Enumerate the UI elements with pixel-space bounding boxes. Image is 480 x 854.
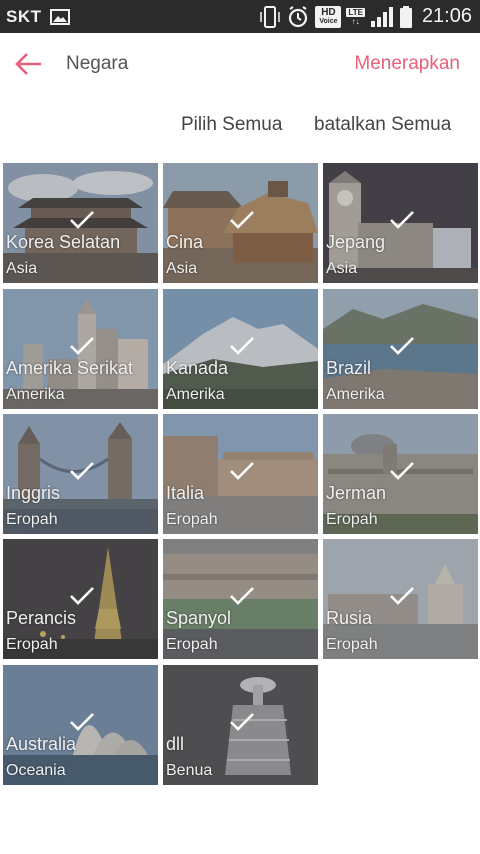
country-name: Rusia	[326, 608, 373, 628]
country-name: dll	[166, 734, 185, 754]
country-region: Eropah	[166, 511, 218, 528]
gallery-icon	[49, 8, 70, 25]
checkmark-icon	[70, 211, 94, 229]
checkmark-icon	[230, 587, 254, 605]
alarm-icon	[289, 5, 308, 27]
checkmark-icon	[70, 713, 94, 731]
country-region: Eropah	[326, 636, 378, 653]
data-arrows-icon: ↑↓	[351, 16, 360, 26]
checkmark-icon	[230, 337, 254, 355]
country-name: Amerika Serikat	[6, 358, 134, 378]
country-name: Italia	[166, 483, 205, 503]
apply-button[interactable]: Menerapkan	[354, 53, 460, 75]
lte-label: LTE	[346, 7, 365, 17]
country-tile-dll[interactable]: dll Benua	[163, 665, 318, 785]
checkmark-icon	[230, 462, 254, 480]
country-tile-korea-selatan[interactable]: Korea Selatan Asia	[3, 163, 158, 283]
country-region: Asia	[6, 260, 38, 277]
vibrate-icon	[260, 5, 281, 28]
country-region: Eropah	[6, 636, 58, 653]
country-name: Cina	[166, 232, 204, 252]
checkmark-icon	[70, 587, 94, 605]
selection-actions: Pilih Semua batalkan Semua	[0, 112, 480, 142]
status-bar: SKT HD Voice LTE ↑↓ 21:06	[0, 0, 480, 33]
country-name: Inggris	[6, 483, 61, 503]
country-name: Brazil	[326, 358, 372, 378]
country-tile-jepang[interactable]: Jepang Asia	[323, 163, 478, 283]
battery-icon	[399, 5, 412, 28]
country-name: Spanyol	[166, 608, 232, 628]
country-region: Oceania	[6, 762, 66, 779]
country-tile-australia[interactable]: Australia Oceania	[3, 665, 158, 785]
country-name: Jerman	[326, 483, 387, 503]
country-region: Amerika	[6, 386, 65, 403]
country-tile-brazil[interactable]: Brazil Amerika	[323, 289, 478, 409]
hd-voice-icon: HD Voice	[315, 5, 342, 28]
country-region: Eropah	[326, 511, 378, 528]
checkmark-icon	[390, 211, 414, 229]
country-region: Amerika	[326, 386, 385, 403]
checkmark-icon	[230, 211, 254, 229]
country-region: Asia	[326, 260, 358, 277]
country-region: Amerika	[166, 386, 225, 403]
checkmark-icon	[390, 337, 414, 355]
voice-label: Voice	[319, 17, 338, 25]
country-name: Kanada	[166, 358, 229, 378]
country-name: Australia	[6, 734, 77, 754]
country-tile-rusia[interactable]: Rusia Eropah	[323, 539, 478, 659]
checkmark-icon	[390, 462, 414, 480]
app-header: Negara Menerapkan	[0, 33, 480, 95]
country-tile-perancis[interactable]: Perancis Eropah	[3, 539, 158, 659]
country-tile-kanada[interactable]: Kanada Amerika	[163, 289, 318, 409]
country-tile-cina[interactable]: Cina Asia	[163, 163, 318, 283]
country-tile-amerika-serikat[interactable]: Amerika Serikat Amerika	[3, 289, 158, 409]
country-tile-inggris[interactable]: Inggris Eropah	[3, 414, 158, 534]
lte-icon: LTE ↑↓	[346, 7, 365, 26]
checkmark-icon	[70, 462, 94, 480]
country-tile-jerman[interactable]: Jerman Eropah	[323, 414, 478, 534]
country-region: Asia	[166, 260, 198, 277]
checkmark-icon	[390, 587, 414, 605]
country-tile-italia[interactable]: Italia Eropah	[163, 414, 318, 534]
checkmark-icon	[70, 337, 94, 355]
clock: 21:06	[421, 5, 472, 27]
country-region: Eropah	[166, 636, 218, 653]
country-region: Eropah	[6, 511, 58, 528]
hd-label: HD	[321, 6, 336, 18]
deselect-all-button[interactable]: batalkan Semua	[314, 114, 451, 136]
country-region: Benua	[166, 762, 213, 779]
checkmark-icon	[230, 713, 254, 731]
country-name: Korea Selatan	[6, 232, 121, 252]
country-tile-spanyol[interactable]: Spanyol Eropah	[163, 539, 318, 659]
carrier-label: SKT	[6, 6, 42, 26]
country-name: Jepang	[326, 232, 386, 252]
signal-icon	[370, 6, 393, 27]
country-name: Perancis	[6, 608, 77, 628]
back-arrow-icon[interactable]	[14, 51, 44, 77]
select-all-button[interactable]: Pilih Semua	[181, 114, 282, 136]
page-title: Negara	[66, 53, 129, 74]
